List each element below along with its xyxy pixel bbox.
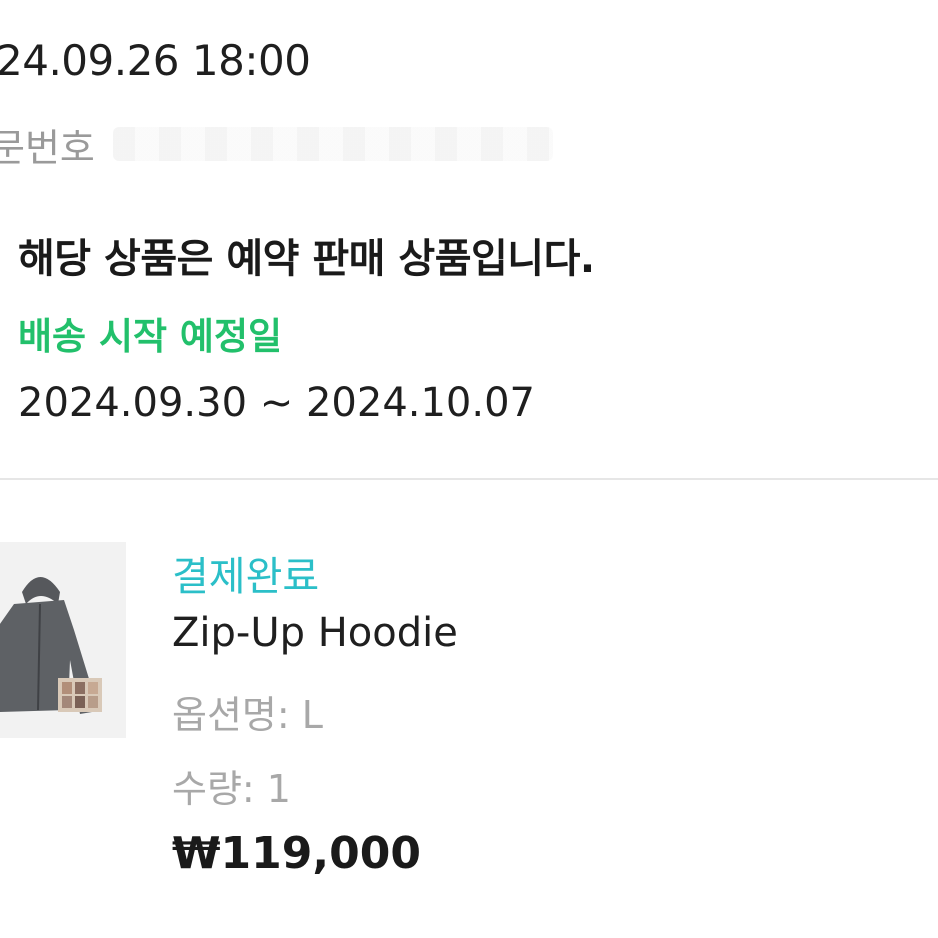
product-name[interactable]: Zip-Up Hoodie bbox=[172, 610, 458, 656]
preorder-notice-title: 해당 상품은 예약 판매 상품입니다. bbox=[18, 236, 595, 282]
payment-status: 결제완료 bbox=[172, 554, 320, 600]
hoodie-image-icon bbox=[0, 577, 102, 714]
product-thumbnail[interactable] bbox=[0, 542, 126, 738]
product-option: 옵션명: L bbox=[172, 693, 323, 737]
order-number-redacted bbox=[112, 127, 553, 161]
order-number-label: 문번호 bbox=[0, 125, 95, 170]
section-divider bbox=[0, 478, 938, 480]
order-detail-page: 24.09.26 18:00 문번호 해당 상품은 예약 판매 상품입니다. 배… bbox=[0, 0, 938, 938]
product-price: ₩119,000 bbox=[172, 828, 421, 879]
shipping-date-range: 2024.09.30 ~ 2024.10.07 bbox=[18, 380, 535, 426]
shipping-start-label: 배송 시작 예정일 bbox=[18, 315, 283, 358]
order-date: 24.09.26 18:00 bbox=[0, 36, 311, 85]
order-number-row: 문번호 bbox=[0, 118, 553, 170]
product-quantity: 수량: 1 bbox=[172, 767, 291, 811]
